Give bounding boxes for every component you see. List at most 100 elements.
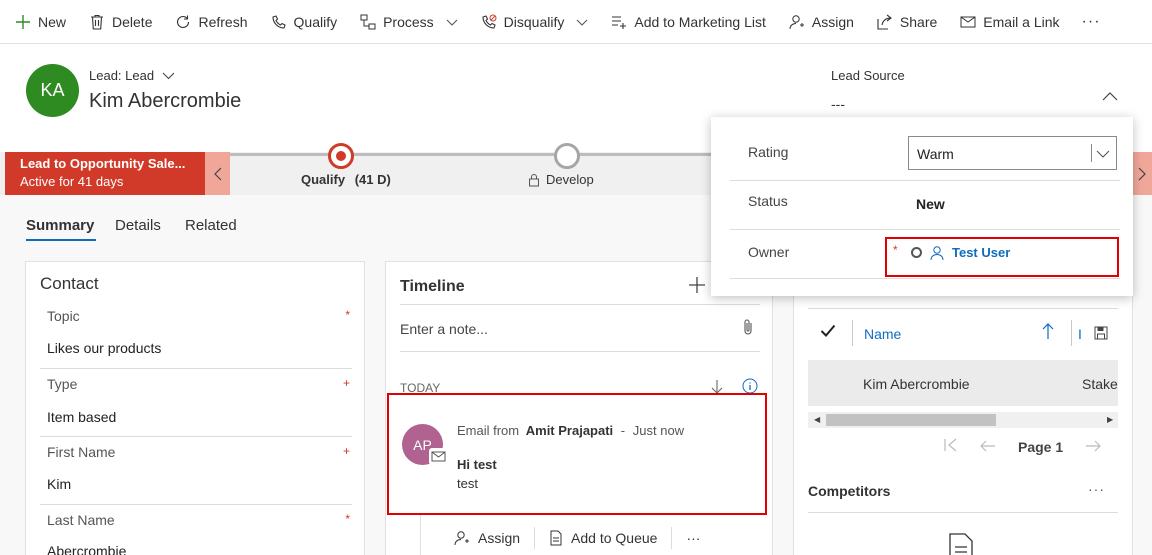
last-name-field[interactable]: Abercrombie bbox=[47, 543, 126, 555]
contact-section-title: Contact bbox=[40, 274, 99, 293]
more-commands-button[interactable]: ··· bbox=[1082, 0, 1101, 44]
more-commands-label: ··· bbox=[1081, 12, 1101, 30]
assign-button[interactable]: Assign bbox=[788, 0, 854, 44]
stakeholder-name[interactable]: Kim Abercrombie bbox=[863, 376, 970, 392]
trash-icon bbox=[88, 13, 106, 31]
new-button[interactable]: New bbox=[14, 0, 66, 44]
scrollbar-thumb[interactable] bbox=[826, 414, 996, 426]
first-page-icon[interactable] bbox=[944, 438, 958, 455]
qualify-button[interactable]: Qualify bbox=[270, 0, 338, 44]
type-field[interactable]: Item based bbox=[47, 409, 116, 425]
stage-qualify-marker[interactable] bbox=[328, 143, 354, 169]
chevron-down-icon bbox=[446, 14, 458, 30]
process-name: Lead to Opportunity Sale... bbox=[20, 156, 186, 171]
assign-label: Assign bbox=[811, 13, 854, 30]
previous-page-icon[interactable] bbox=[980, 439, 996, 455]
email-header: Email from Amit Prajapati - Just now bbox=[457, 423, 684, 438]
divider bbox=[400, 304, 760, 305]
tab-related[interactable]: Related bbox=[185, 217, 237, 234]
name-column-header[interactable]: Name bbox=[864, 326, 901, 342]
rating-select[interactable]: Warm bbox=[908, 136, 1117, 170]
tab-summary[interactable]: Summary bbox=[26, 217, 94, 234]
select-all-checkmark-icon[interactable] bbox=[820, 324, 836, 340]
competitors-title: Competitors bbox=[808, 483, 891, 499]
plus-icon bbox=[689, 277, 705, 293]
email-a-link-button[interactable]: Email a Link bbox=[959, 0, 1060, 44]
phone-block-icon bbox=[480, 13, 498, 31]
add-to-queue-button[interactable]: Add to Queue bbox=[549, 530, 671, 546]
topic-label: Topic bbox=[47, 308, 80, 324]
column-divider bbox=[1071, 320, 1072, 346]
lead-source-value: --- bbox=[831, 96, 845, 112]
owner-link[interactable]: Test User bbox=[952, 245, 1010, 260]
stage-develop-label[interactable]: Develop bbox=[528, 172, 594, 187]
table-row[interactable]: Kim Abercrombie Stake bbox=[808, 360, 1118, 406]
select-divider bbox=[1091, 144, 1092, 162]
page-number: Page 1 bbox=[1018, 438, 1064, 455]
stage-develop-name: Develop bbox=[546, 172, 594, 187]
required-indicator: * bbox=[345, 512, 350, 526]
competitors-more-button[interactable]: ··· bbox=[1088, 481, 1105, 497]
person-icon bbox=[454, 531, 469, 546]
process-flag[interactable]: Lead to Opportunity Sale... Active for 4… bbox=[5, 152, 205, 195]
lock-icon bbox=[529, 173, 539, 186]
status-value: New bbox=[916, 196, 945, 212]
pagination: Page 1 bbox=[944, 438, 1123, 455]
assign-activity-button[interactable]: Assign bbox=[454, 530, 534, 546]
avatar: KA bbox=[26, 64, 79, 117]
delete-button[interactable]: Delete bbox=[88, 0, 152, 44]
phone-check-icon bbox=[270, 13, 288, 31]
contact-section: Contact Topic * Likes our products Type … bbox=[25, 261, 365, 555]
owner-label: Owner bbox=[748, 244, 790, 260]
stage-qualify-days: (41 D) bbox=[354, 172, 391, 187]
scroll-left-icon[interactable]: ◀ bbox=[814, 415, 820, 424]
next-page-icon[interactable] bbox=[1085, 439, 1101, 455]
add-to-marketing-list-button[interactable]: Add to Marketing List bbox=[610, 0, 766, 44]
tab-details[interactable]: Details bbox=[115, 217, 161, 234]
previous-stage-button[interactable] bbox=[205, 152, 230, 195]
sort-ascending-icon[interactable] bbox=[1042, 322, 1054, 343]
process-icon bbox=[359, 13, 377, 31]
type-label: Type bbox=[47, 376, 78, 392]
next-stage-button[interactable] bbox=[1131, 152, 1152, 195]
divider bbox=[730, 278, 1120, 279]
chevron-left-icon bbox=[213, 167, 221, 180]
save-icon[interactable] bbox=[1094, 326, 1108, 343]
field-divider bbox=[40, 368, 352, 369]
stakeholder-role: Stake bbox=[1082, 376, 1118, 392]
refresh-button[interactable]: Refresh bbox=[174, 0, 248, 44]
process-button[interactable]: Process bbox=[359, 0, 458, 44]
field-divider bbox=[40, 436, 352, 437]
more-actions-button[interactable]: ··· bbox=[686, 530, 714, 546]
email-sender[interactable]: Amit Prajapati bbox=[526, 423, 613, 438]
role-column-header[interactable]: I bbox=[1078, 326, 1082, 342]
owner-field[interactable]: * Test User bbox=[885, 237, 1119, 277]
email-icon bbox=[429, 448, 449, 465]
qualify-label: Qualify bbox=[293, 13, 338, 30]
presence-icon bbox=[911, 247, 922, 258]
horizontal-scrollbar[interactable]: ◀ ▶ bbox=[808, 412, 1118, 428]
divider bbox=[808, 308, 1118, 309]
topic-field[interactable]: Likes our products bbox=[47, 340, 161, 356]
stage-develop-marker[interactable] bbox=[554, 143, 580, 169]
disqualify-button[interactable]: Disqualify bbox=[480, 0, 589, 44]
note-input[interactable]: Enter a note... bbox=[400, 321, 488, 337]
add-activity-button[interactable] bbox=[688, 274, 706, 300]
chevron-right-icon bbox=[1138, 167, 1146, 180]
entity-type-label: Lead: Lead bbox=[89, 68, 155, 83]
list-add-icon bbox=[610, 13, 628, 31]
stage-qualify-label[interactable]: Qualify (41 D) bbox=[301, 172, 391, 187]
attachment-icon[interactable] bbox=[743, 318, 753, 339]
header-fields-flyout: Rating Warm Status New Owner * Test User bbox=[711, 117, 1133, 296]
first-name-field[interactable]: Kim bbox=[47, 476, 71, 492]
recommended-indicator: + bbox=[342, 376, 350, 390]
scroll-right-icon[interactable]: ▶ bbox=[1107, 415, 1113, 424]
timeline-email-item[interactable]: AP Email from Amit Prajapati - Just now … bbox=[387, 393, 767, 515]
share-button[interactable]: Share bbox=[876, 0, 937, 44]
form-selector[interactable]: Lead: Lead bbox=[89, 68, 175, 83]
process-label: Process bbox=[383, 13, 434, 30]
active-tab-indicator bbox=[26, 239, 96, 241]
timeline-title: Timeline bbox=[400, 278, 465, 295]
header-collapse-button[interactable] bbox=[1102, 88, 1118, 104]
divider bbox=[730, 229, 1120, 230]
